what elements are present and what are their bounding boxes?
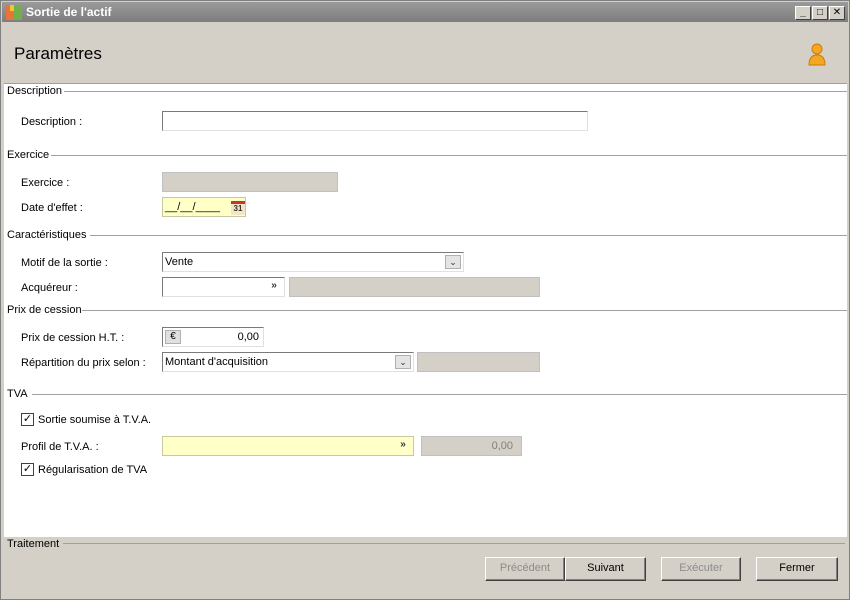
repartition-label: Répartition du prix selon : (21, 357, 146, 369)
divider (64, 91, 847, 92)
motif-sortie-select[interactable]: Vente ⌄ (162, 252, 464, 272)
divider (82, 310, 847, 311)
calendar-icon[interactable]: 31 (231, 201, 245, 215)
regularisation-tva-checkbox[interactable]: ✓ (21, 463, 34, 476)
title-bar[interactable]: Sortie de l'actif _ □ ✕ (2, 2, 848, 22)
header: Paramètres (3, 23, 848, 83)
date-effet-input[interactable]: __/__/____ 31 (162, 197, 246, 217)
repartition-select[interactable]: Montant d'acquisition ⌄ (162, 352, 414, 372)
sortie-soumise-tva-checkbox[interactable]: ✓ (21, 413, 34, 426)
sortie-soumise-tva-label[interactable]: Sortie soumise à T.V.A. (38, 414, 151, 426)
profil-tva-label: Profil de T.V.A. : (21, 441, 99, 453)
section-prix-cession: Prix de cession (7, 304, 86, 316)
acquereur-label: Acquéreur : (21, 282, 78, 294)
double-chevron-down-icon[interactable]: » (266, 280, 282, 294)
page-title: Paramètres (14, 44, 102, 63)
description-input[interactable] (162, 111, 588, 131)
exercice-label: Exercice : (21, 177, 70, 189)
maximize-button[interactable]: □ (812, 6, 828, 20)
executer-button[interactable]: Exécuter (661, 557, 741, 581)
minimize-button[interactable]: _ (795, 6, 811, 20)
divider (90, 235, 847, 236)
chevron-down-icon[interactable]: ⌄ (445, 255, 461, 269)
section-description: Description (7, 85, 67, 97)
date-effet-label: Date d'effet : (21, 202, 83, 214)
precedent-button[interactable]: Précédent (485, 557, 565, 581)
app-icon (6, 5, 22, 20)
repartition-value: Montant d'acquisition (165, 356, 268, 368)
window: Sortie de l'actif _ □ ✕ Paramètres Descr… (0, 0, 850, 600)
acquereur-select[interactable]: » (162, 277, 285, 297)
divider (63, 543, 845, 544)
euro-icon[interactable]: € (165, 330, 181, 344)
section-exercice: Exercice (7, 149, 54, 161)
motif-sortie-label: Motif de la sortie : (21, 257, 108, 269)
profil-tva-select[interactable]: » (162, 436, 414, 456)
chevron-down-icon[interactable]: ⌄ (395, 355, 411, 369)
section-caracteristiques: Caractéristiques (7, 229, 91, 241)
divider (32, 394, 847, 395)
close-button[interactable]: ✕ (829, 6, 845, 20)
window-title: Sortie de l'actif (26, 5, 112, 19)
prix-ht-label: Prix de cession H.T. : (21, 332, 125, 344)
acquereur-detail-field (289, 277, 540, 297)
form-area: Description Description : Exercice Exerc… (4, 83, 847, 537)
user-icon[interactable] (807, 43, 827, 67)
double-chevron-down-icon[interactable]: » (395, 439, 411, 453)
suivant-button[interactable]: Suivant (565, 557, 646, 581)
repartition-detail-field (417, 352, 540, 372)
divider (51, 155, 847, 156)
section-tva: TVA (7, 388, 32, 400)
prix-ht-value: 0,00 (237, 331, 259, 343)
motif-sortie-value: Vente (165, 256, 194, 268)
section-traitement: Traitement (7, 538, 60, 550)
profil-tva-amount: 0,00 (421, 436, 522, 456)
exercice-field (162, 172, 338, 192)
fermer-button[interactable]: Fermer (756, 557, 838, 581)
date-effet-value: __/__/____ (165, 201, 221, 213)
prix-ht-input[interactable]: € 0,00 (162, 327, 264, 347)
regularisation-tva-label[interactable]: Régularisation de TVA (38, 464, 147, 476)
description-label: Description : (21, 116, 83, 128)
